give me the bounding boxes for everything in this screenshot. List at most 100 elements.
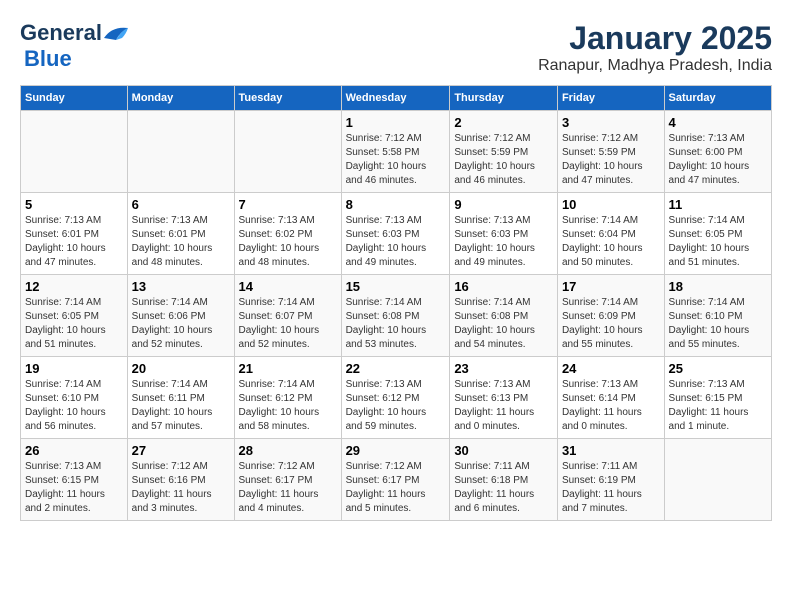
calendar-table: SundayMondayTuesdayWednesdayThursdayFrid… [20,85,772,521]
calendar-header-row: SundayMondayTuesdayWednesdayThursdayFrid… [21,86,772,111]
day-info: Sunrise: 7:14 AM Sunset: 6:07 PM Dayligh… [239,296,337,352]
day-info: Sunrise: 7:11 AM Sunset: 6:19 PM Dayligh… [562,460,660,516]
header-saturday: Saturday [664,86,771,111]
day-info: Sunrise: 7:13 AM Sunset: 6:13 PM Dayligh… [454,378,553,434]
day-info: Sunrise: 7:14 AM Sunset: 6:08 PM Dayligh… [346,296,446,352]
calendar-cell [234,111,341,193]
day-info: Sunrise: 7:13 AM Sunset: 6:03 PM Dayligh… [454,214,553,270]
calendar-cell: 27 Sunrise: 7:12 AM Sunset: 6:16 PM Dayli… [127,439,234,521]
day-number: 8 [346,197,446,212]
calendar-cell: 13 Sunrise: 7:14 AM Sunset: 6:06 PM Dayli… [127,275,234,357]
header-thursday: Thursday [450,86,558,111]
calendar-cell: 2Sunrise: 7:12 AM Sunset: 5:59 PM Daylig… [450,111,558,193]
page-header: General Blue January 2025 Ranapur, Madhy… [20,20,772,75]
header-monday: Monday [127,86,234,111]
calendar-cell: 26 Sunrise: 7:13 AM Sunset: 6:15 PM Dayli… [21,439,128,521]
calendar-title-block: January 2025 Ranapur, Madhya Pradesh, In… [538,20,772,75]
header-friday: Friday [557,86,664,111]
header-tuesday: Tuesday [234,86,341,111]
calendar-cell: 8 Sunrise: 7:13 AM Sunset: 6:03 PM Daylig… [341,193,450,275]
day-number: 26 [25,443,123,458]
day-info: Sunrise: 7:13 AM Sunset: 6:15 PM Dayligh… [25,460,123,516]
day-number: 15 [346,279,446,294]
logo-blue: Blue [24,46,72,72]
calendar-week-3: 12Sunrise: 7:14 AM Sunset: 6:05 PM Dayli… [21,275,772,357]
day-number: 20 [132,361,230,376]
day-number: 6 [132,197,230,212]
day-info: Sunrise: 7:13 AM Sunset: 6:14 PM Dayligh… [562,378,660,434]
day-number: 24 [562,361,660,376]
day-number: 21 [239,361,337,376]
calendar-cell: 7 Sunrise: 7:13 AM Sunset: 6:02 PM Daylig… [234,193,341,275]
day-number: 12 [25,279,123,294]
day-number: 13 [132,279,230,294]
logo-wing-icon [102,24,130,42]
day-number: 27 [132,443,230,458]
day-info: Sunrise: 7:12 AM Sunset: 6:16 PM Dayligh… [132,460,230,516]
calendar-cell: 9Sunrise: 7:13 AM Sunset: 6:03 PM Daylig… [450,193,558,275]
day-number: 31 [562,443,660,458]
calendar-cell: 11 Sunrise: 7:14 AM Sunset: 6:05 PM Dayli… [664,193,771,275]
calendar-cell: 29 Sunrise: 7:12 AM Sunset: 6:17 PM Dayli… [341,439,450,521]
calendar-cell: 20Sunrise: 7:14 AM Sunset: 6:11 PM Dayli… [127,357,234,439]
day-info: Sunrise: 7:13 AM Sunset: 6:15 PM Dayligh… [669,378,767,434]
day-info: Sunrise: 7:14 AM Sunset: 6:10 PM Dayligh… [25,378,123,434]
day-info: Sunrise: 7:13 AM Sunset: 6:02 PM Dayligh… [239,214,337,270]
calendar-cell: 4Sunrise: 7:13 AM Sunset: 6:00 PM Daylig… [664,111,771,193]
header-wednesday: Wednesday [341,86,450,111]
day-info: Sunrise: 7:12 AM Sunset: 5:59 PM Dayligh… [454,132,553,188]
calendar-cell [127,111,234,193]
day-number: 23 [454,361,553,376]
calendar-cell: 21 Sunrise: 7:14 AM Sunset: 6:12 PM Dayli… [234,357,341,439]
day-number: 22 [346,361,446,376]
calendar-cell: 28Sunrise: 7:12 AM Sunset: 6:17 PM Dayli… [234,439,341,521]
logo: General Blue [20,20,130,72]
day-info: Sunrise: 7:13 AM Sunset: 6:01 PM Dayligh… [132,214,230,270]
calendar-week-1: 1Sunrise: 7:12 AM Sunset: 5:58 PM Daylig… [21,111,772,193]
calendar-cell: 14 Sunrise: 7:14 AM Sunset: 6:07 PM Dayli… [234,275,341,357]
calendar-cell [21,111,128,193]
calendar-cell: 6 Sunrise: 7:13 AM Sunset: 6:01 PM Daylig… [127,193,234,275]
calendar-cell [664,439,771,521]
calendar-week-2: 5 Sunrise: 7:13 AM Sunset: 6:01 PM Daylig… [21,193,772,275]
day-info: Sunrise: 7:13 AM Sunset: 6:01 PM Dayligh… [25,214,123,270]
calendar-cell: 25 Sunrise: 7:13 AM Sunset: 6:15 PM Dayli… [664,357,771,439]
day-info: Sunrise: 7:11 AM Sunset: 6:18 PM Dayligh… [454,460,553,516]
day-info: Sunrise: 7:12 AM Sunset: 6:17 PM Dayligh… [346,460,446,516]
day-number: 14 [239,279,337,294]
day-info: Sunrise: 7:14 AM Sunset: 6:08 PM Dayligh… [454,296,553,352]
day-info: Sunrise: 7:12 AM Sunset: 5:58 PM Dayligh… [346,132,446,188]
day-info: Sunrise: 7:13 AM Sunset: 6:03 PM Dayligh… [346,214,446,270]
calendar-cell: 18Sunrise: 7:14 AM Sunset: 6:10 PM Dayli… [664,275,771,357]
day-info: Sunrise: 7:14 AM Sunset: 6:05 PM Dayligh… [669,214,767,270]
day-number: 29 [346,443,446,458]
day-info: Sunrise: 7:14 AM Sunset: 6:06 PM Dayligh… [132,296,230,352]
calendar-cell: 1Sunrise: 7:12 AM Sunset: 5:58 PM Daylig… [341,111,450,193]
day-number: 25 [669,361,767,376]
header-sunday: Sunday [21,86,128,111]
calendar-cell: 31 Sunrise: 7:11 AM Sunset: 6:19 PM Dayli… [557,439,664,521]
calendar-week-5: 26 Sunrise: 7:13 AM Sunset: 6:15 PM Dayli… [21,439,772,521]
day-info: Sunrise: 7:14 AM Sunset: 6:12 PM Dayligh… [239,378,337,434]
calendar-subtitle: Ranapur, Madhya Pradesh, India [538,57,772,75]
day-number: 17 [562,279,660,294]
day-number: 11 [669,197,767,212]
day-number: 10 [562,197,660,212]
day-number: 16 [454,279,553,294]
day-info: Sunrise: 7:12 AM Sunset: 5:59 PM Dayligh… [562,132,660,188]
day-info: Sunrise: 7:12 AM Sunset: 6:17 PM Dayligh… [239,460,337,516]
day-number: 30 [454,443,553,458]
calendar-title: January 2025 [538,20,772,57]
day-info: Sunrise: 7:14 AM Sunset: 6:10 PM Dayligh… [669,296,767,352]
day-number: 19 [25,361,123,376]
day-info: Sunrise: 7:14 AM Sunset: 6:04 PM Dayligh… [562,214,660,270]
calendar-cell: 5 Sunrise: 7:13 AM Sunset: 6:01 PM Daylig… [21,193,128,275]
calendar-cell: 16 Sunrise: 7:14 AM Sunset: 6:08 PM Dayli… [450,275,558,357]
logo-general: General [20,20,102,46]
day-number: 7 [239,197,337,212]
day-number: 5 [25,197,123,212]
calendar-cell: 17 Sunrise: 7:14 AM Sunset: 6:09 PM Dayli… [557,275,664,357]
calendar-cell: 15 Sunrise: 7:14 AM Sunset: 6:08 PM Dayli… [341,275,450,357]
calendar-cell: 19 Sunrise: 7:14 AM Sunset: 6:10 PM Dayli… [21,357,128,439]
day-info: Sunrise: 7:14 AM Sunset: 6:09 PM Dayligh… [562,296,660,352]
